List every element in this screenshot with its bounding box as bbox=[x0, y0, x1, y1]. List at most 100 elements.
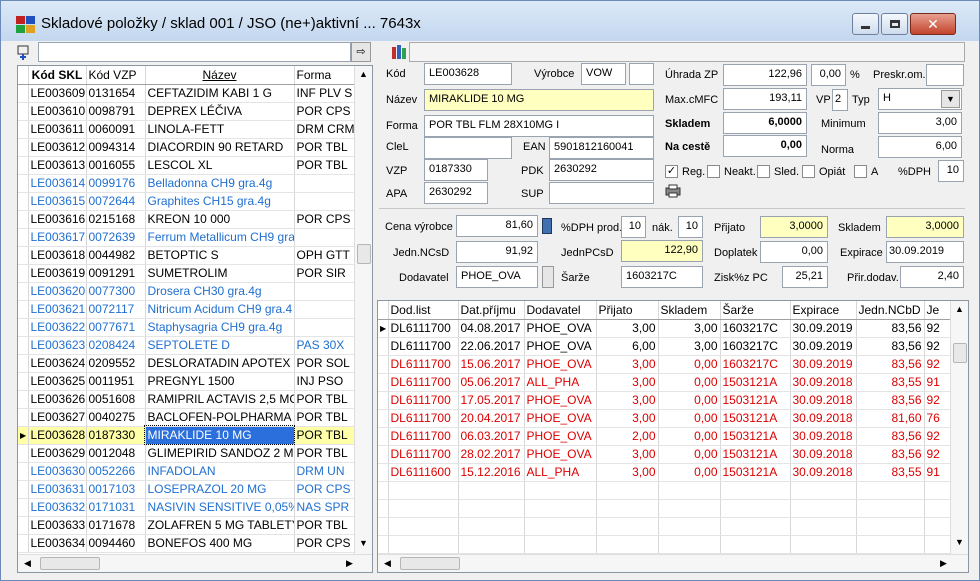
cell-prij[interactable]: 3,00 bbox=[596, 373, 659, 392]
cell-nazev[interactable]: KREON 10 000 bbox=[145, 210, 295, 229]
filter-icon[interactable] bbox=[15, 43, 37, 63]
receipts-horizontal-scrollbar[interactable]: ◀ ▶ bbox=[378, 554, 968, 572]
cell-kod-skl[interactable]: LE003625 bbox=[28, 372, 87, 391]
table-row[interactable]: LE003616 0215168 KREON 10 000 POR CPS bbox=[18, 210, 357, 229]
cell-skl[interactable]: 0,00 bbox=[658, 445, 721, 464]
scroll-left-icon[interactable]: ◀ bbox=[24, 558, 31, 569]
maxcmfc-field[interactable]: 193,11 bbox=[723, 88, 807, 110]
sled-checkbox[interactable] bbox=[757, 165, 770, 178]
column-header-expirace[interactable]: Expirace bbox=[790, 301, 857, 320]
table-row[interactable]: LE003620 0077300 Drosera CH30 gra.4g bbox=[18, 282, 357, 301]
column-header-forma[interactable]: Forma bbox=[294, 66, 357, 85]
column-header-dat-prijmu[interactable]: Dat.příjmu bbox=[458, 301, 525, 320]
cell-kod-vzp[interactable]: 0171031 bbox=[86, 498, 146, 517]
cell-nc[interactable]: 83,56 bbox=[856, 319, 925, 338]
row-indicator[interactable] bbox=[18, 354, 29, 373]
cell-forma[interactable]: POR TBL bbox=[294, 444, 357, 463]
cell-nazev[interactable]: GLIMEPIRID SANDOZ 2 MG bbox=[145, 444, 295, 463]
cell-dl[interactable]: DL6111700 bbox=[388, 373, 459, 392]
cell-forma[interactable]: POR TBL bbox=[294, 156, 357, 175]
column-header-kod-vzp[interactable]: Kód VZP bbox=[86, 66, 146, 85]
cell-dl[interactable]: DL6111600 bbox=[388, 463, 459, 482]
row-indicator[interactable] bbox=[18, 120, 29, 139]
cell-kod-skl[interactable]: LE003613 bbox=[28, 156, 87, 175]
column-header-prijato[interactable]: Přijato bbox=[596, 301, 659, 320]
cell-kod-vzp[interactable]: 0099176 bbox=[86, 174, 146, 193]
cell-dat[interactable]: 22.06.2017 bbox=[458, 337, 525, 356]
sarze-field[interactable]: 1603217C bbox=[621, 266, 703, 288]
cell-kod-skl[interactable]: LE003619 bbox=[28, 264, 87, 283]
cell-nazev[interactable]: Nitricum Acidum CH9 gra.4 bbox=[145, 300, 295, 319]
skladem-lot-field[interactable]: 3,0000 bbox=[886, 216, 964, 238]
cell-kod-skl[interactable]: LE003615 bbox=[28, 192, 87, 211]
uhrada-pct-field[interactable]: 0,00 bbox=[811, 64, 846, 86]
cell-prij[interactable]: 3,00 bbox=[596, 355, 659, 374]
cell-sarze[interactable]: 1503121A bbox=[720, 373, 791, 392]
cell-sarze[interactable]: 1603217C bbox=[720, 337, 791, 356]
cell-nazev[interactable]: BONEFOS 400 MG bbox=[145, 534, 295, 553]
cell-kod-vzp[interactable]: 0040275 bbox=[86, 408, 146, 427]
cell-nazev[interactable]: ZOLAFREN 5 MG TABLETY bbox=[145, 516, 295, 535]
column-header-sarze[interactable]: Šarže bbox=[720, 301, 791, 320]
expirace-field[interactable]: 30.09.2019 bbox=[886, 241, 964, 263]
cell-forma[interactable]: POR TBL bbox=[294, 426, 357, 445]
cell-nc[interactable]: 83,56 bbox=[856, 445, 925, 464]
preskr-field[interactable] bbox=[926, 64, 964, 86]
row-indicator[interactable] bbox=[378, 337, 389, 356]
cell-forma[interactable]: POR CPS bbox=[294, 480, 357, 499]
cell-sarze[interactable]: 1503121A bbox=[720, 409, 791, 428]
table-row[interactable]: LE003622 0077671 Staphysagria CH9 gra.4g bbox=[18, 318, 357, 337]
cell-kod-skl[interactable]: LE003628 bbox=[28, 426, 87, 445]
cell-dl[interactable]: DL6111700 bbox=[388, 319, 459, 338]
apa-field[interactable]: 2630292 bbox=[424, 182, 488, 204]
cell-kod-skl[interactable]: LE003614 bbox=[28, 174, 87, 193]
vp-field[interactable]: 2 bbox=[832, 89, 848, 111]
cell-sarze[interactable]: 1603217C bbox=[720, 355, 791, 374]
table-row[interactable]: LE003617 0072639 Ferrum Metallicum CH9 gra bbox=[18, 228, 357, 247]
scroll-up-icon[interactable]: ▲ bbox=[955, 304, 964, 314]
cell-skl[interactable]: 3,00 bbox=[658, 319, 721, 338]
cell-forma[interactable]: DRM UN bbox=[294, 462, 357, 481]
row-indicator[interactable] bbox=[18, 444, 29, 463]
cell-kod-vzp[interactable]: 0044982 bbox=[86, 246, 146, 265]
cell-nazev[interactable]: SEPTOLETE D bbox=[145, 336, 295, 355]
cell-kod-vzp[interactable]: 0208424 bbox=[86, 336, 146, 355]
prir-field[interactable]: 2,40 bbox=[900, 266, 964, 288]
cell-forma[interactable]: POR CPS bbox=[294, 210, 357, 229]
cell-skl[interactable]: 0,00 bbox=[658, 391, 721, 410]
table-row[interactable]: LE003621 0072117 Nitricum Acidum CH9 gra.4 bbox=[18, 300, 357, 319]
cell-kod-skl[interactable]: LE003612 bbox=[28, 138, 87, 157]
cell-dod[interactable]: PHOE_OVA bbox=[524, 391, 597, 410]
cell-nc[interactable]: 83,55 bbox=[856, 373, 925, 392]
ean-field[interactable]: 5901812160041 bbox=[549, 137, 654, 159]
cell-nazev[interactable]: Ferrum Metallicum CH9 gra bbox=[145, 228, 295, 247]
row-indicator[interactable] bbox=[18, 102, 29, 121]
column-header-dod-list[interactable]: Dod.list bbox=[388, 301, 459, 320]
cell-kod-skl[interactable]: LE003621 bbox=[28, 300, 87, 319]
cell-forma[interactable]: POR TBL bbox=[294, 390, 357, 409]
cell-sarze[interactable]: 1603217C bbox=[720, 319, 791, 338]
cell-exp[interactable]: 30.09.2018 bbox=[790, 409, 857, 428]
cell-dod[interactable]: PHOE_OVA bbox=[524, 427, 597, 446]
pdk-field[interactable]: 2630292 bbox=[549, 159, 654, 181]
cell-dat[interactable]: 06.03.2017 bbox=[458, 427, 525, 446]
scroll-down-icon[interactable]: ▼ bbox=[359, 538, 368, 548]
row-indicator[interactable] bbox=[18, 156, 29, 175]
cell-kod-vzp[interactable]: 0077300 bbox=[86, 282, 146, 301]
cell-nc[interactable]: 81,60 bbox=[856, 409, 925, 428]
cell-forma[interactable]: POR CPS bbox=[294, 102, 357, 121]
cell-je[interactable]: 92 bbox=[924, 319, 951, 338]
cell-kod-vzp[interactable]: 0060091 bbox=[86, 120, 146, 139]
cell-je[interactable]: 91 bbox=[924, 373, 951, 392]
cell-kod-vzp[interactable]: 0077671 bbox=[86, 318, 146, 337]
table-row[interactable]: LE003624 0209552 DESLORATADIN APOTEX 0 POR … bbox=[18, 354, 357, 373]
close-button[interactable]: ✕ bbox=[910, 13, 956, 35]
table-row[interactable]: LE003627 0040275 BACLOFEN-POLPHARMA 2 POR T… bbox=[18, 408, 357, 427]
cell-kod-skl[interactable]: LE003627 bbox=[28, 408, 87, 427]
table-row[interactable]: LE003613 0016055 LESCOL XL POR TBL bbox=[18, 156, 357, 175]
table-row[interactable]: DL6111700 05.06.2017 ALL_PHA 3,00 0,00 150312… bbox=[378, 373, 951, 392]
cell-kod-skl[interactable]: LE003616 bbox=[28, 210, 87, 229]
cell-forma[interactable] bbox=[294, 174, 357, 193]
title-bar[interactable]: Skladové položky / sklad 001 / JSO (ne+)… bbox=[1, 1, 979, 41]
cell-kod-vzp[interactable]: 0072639 bbox=[86, 228, 146, 247]
